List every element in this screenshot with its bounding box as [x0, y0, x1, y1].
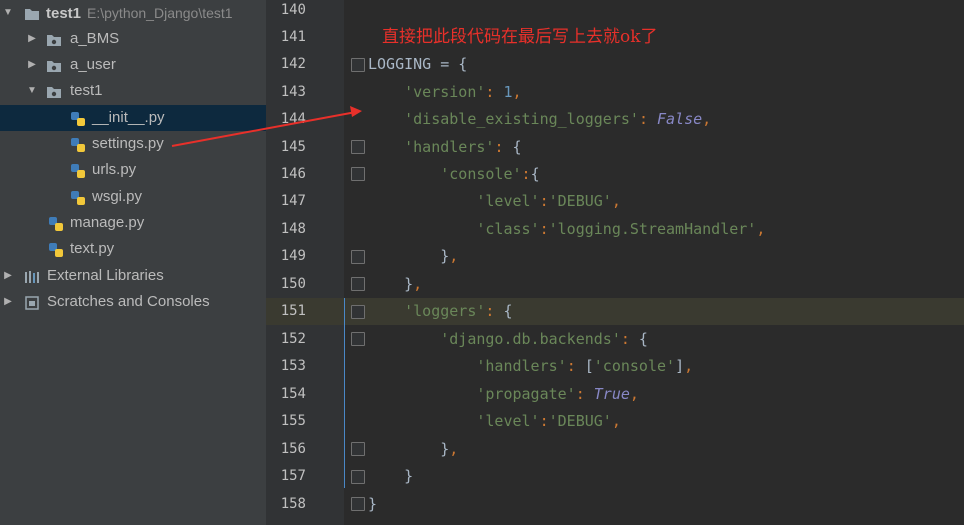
annotation-arrow	[171, 106, 362, 147]
